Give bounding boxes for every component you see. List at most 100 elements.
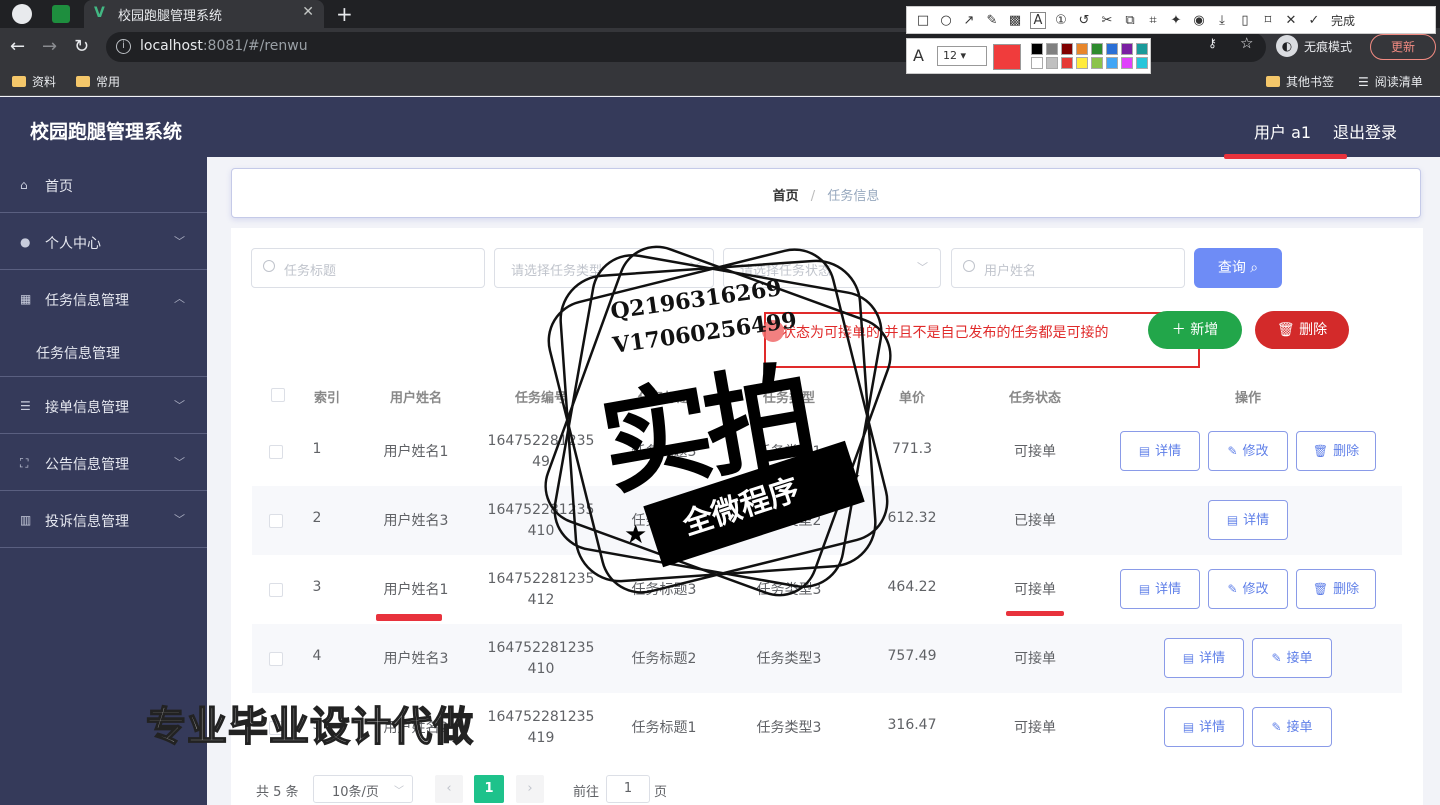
browser-tab-active[interactable]: V 校园跑腿管理系统 ✕ xyxy=(84,0,324,28)
task-type-select[interactable]: 请选择任务类型 ﹀ xyxy=(494,248,714,288)
color-swatch[interactable] xyxy=(1091,57,1103,69)
pen-tool-icon[interactable]: ✎ xyxy=(984,13,1000,28)
sidebar-item-order-mgmt[interactable]: ☰ 接单信息管理 ﹀ xyxy=(0,378,207,434)
delete-button[interactable]: 🗑 删除 xyxy=(1296,431,1376,471)
page-size-select[interactable]: 10条/页 ﹀ xyxy=(313,775,413,803)
close-icon[interactable]: ✕ xyxy=(1283,13,1299,28)
accept-order-button[interactable]: ✎ 接单 xyxy=(1252,707,1332,747)
detail-button[interactable]: ▤ 详情 xyxy=(1164,638,1244,678)
ellipse-tool-icon[interactable]: ○ xyxy=(938,13,954,28)
translate-icon[interactable]: ⧉ xyxy=(1122,13,1138,28)
select-all-checkbox[interactable] xyxy=(271,388,285,402)
color-swatch[interactable] xyxy=(1091,43,1103,55)
cell-task-status: 可接单 xyxy=(1014,651,1056,667)
current-color-swatch[interactable] xyxy=(993,44,1021,70)
new-tab-icon[interactable]: + xyxy=(336,2,353,26)
rect-tool-icon[interactable]: □ xyxy=(915,13,931,28)
text-tool-icon[interactable]: A xyxy=(1030,11,1046,29)
cell-price: 771.3 xyxy=(891,441,933,457)
mosaic-tool-icon[interactable]: ▩ xyxy=(1007,13,1023,28)
row-checkbox[interactable] xyxy=(269,652,283,666)
color-swatch[interactable] xyxy=(1061,57,1073,69)
chrome-icon[interactable] xyxy=(12,4,32,24)
update-button[interactable]: 更新 xyxy=(1370,34,1436,60)
star-icon[interactable]: ☆ xyxy=(1240,34,1253,52)
font-size-select[interactable]: 12 ▾ xyxy=(937,46,987,66)
annotation-underline xyxy=(1224,154,1347,159)
color-swatch[interactable] xyxy=(1136,43,1148,55)
sheet-tab-icon[interactable] xyxy=(52,5,70,23)
color-swatch[interactable] xyxy=(1046,57,1058,69)
color-swatch[interactable] xyxy=(1046,43,1058,55)
incognito-indicator[interactable]: ◐ 无痕模式 xyxy=(1276,32,1352,60)
detail-button[interactable]: ▤ 详情 xyxy=(1120,431,1200,471)
query-button[interactable]: 查询 ⌕ xyxy=(1194,248,1282,288)
batch-delete-button[interactable]: 🗑 删除 xyxy=(1255,311,1349,349)
sidebar-item-complaint-mgmt[interactable]: ▥ 投诉信息管理 ﹀ xyxy=(0,492,207,548)
chart-icon: ▥ xyxy=(20,513,32,527)
page-number-current[interactable]: 1 xyxy=(474,775,504,803)
logout-link[interactable]: 退出登录 xyxy=(1333,119,1397,143)
delete-button[interactable]: 🗑 删除 xyxy=(1296,569,1376,609)
bookmark-icon[interactable]: ⌑ xyxy=(1260,13,1276,28)
check-icon[interactable]: ✓ xyxy=(1306,13,1322,28)
scissors-icon[interactable]: ✂ xyxy=(1099,13,1115,28)
bookmark-folder[interactable]: 资料 xyxy=(12,73,56,90)
sidebar-item-home[interactable]: ⌂ 首页 xyxy=(0,157,207,213)
detail-button[interactable]: ▤ 详情 xyxy=(1164,707,1244,747)
color-swatch[interactable] xyxy=(1031,57,1043,69)
color-swatch[interactable] xyxy=(1136,57,1148,69)
breadcrumb-home[interactable]: 首页 xyxy=(773,189,799,204)
key-icon[interactable]: ⚷ xyxy=(1208,36,1217,50)
color-swatch[interactable] xyxy=(1106,57,1118,69)
ocr-icon[interactable]: ⌗ xyxy=(1145,13,1161,28)
color-swatch[interactable] xyxy=(1121,57,1133,69)
sidebar-item-notice-mgmt[interactable]: ⛶ 公告信息管理 ﹀ xyxy=(0,435,207,491)
detail-button[interactable]: ▤ 详情 xyxy=(1120,569,1200,609)
task-code-line: 419 xyxy=(527,730,555,746)
user-label[interactable]: 用户 a1 xyxy=(1254,119,1311,143)
row-checkbox[interactable] xyxy=(269,583,283,597)
back-icon[interactable]: ← xyxy=(10,36,25,57)
next-page-button[interactable]: › xyxy=(516,775,544,803)
tab-close-icon[interactable]: ✕ xyxy=(302,4,314,20)
record-icon[interactable]: ◉ xyxy=(1191,13,1207,28)
accept-order-button[interactable]: ✎ 接单 xyxy=(1252,638,1332,678)
detail-button[interactable]: ▤ 详情 xyxy=(1208,500,1288,540)
edit-button[interactable]: ✎ 修改 xyxy=(1208,431,1288,471)
action-button-label: 详情 xyxy=(1155,444,1182,459)
forward-icon[interactable]: → xyxy=(42,36,57,57)
color-swatch[interactable] xyxy=(1061,43,1073,55)
number-tool-icon[interactable]: ① xyxy=(1053,13,1069,28)
add-button[interactable]: ＋ 新增 xyxy=(1148,311,1242,349)
sidebar-item-profile[interactable]: ● 个人中心 ﹀ xyxy=(0,214,207,270)
color-swatch[interactable] xyxy=(1031,43,1043,55)
download-icon[interactable]: ⤓ xyxy=(1214,13,1230,28)
arrow-tool-icon[interactable]: ↗ xyxy=(961,13,977,28)
phone-icon[interactable]: ▯ xyxy=(1237,13,1253,28)
bookmark-folder-other[interactable]: 其他书签 xyxy=(1266,73,1334,90)
task-title-input[interactable]: 任务标题 xyxy=(251,248,485,288)
undo-icon[interactable]: ↺ xyxy=(1076,13,1092,28)
row-checkbox[interactable] xyxy=(269,514,283,528)
edit-button[interactable]: ✎ 修改 xyxy=(1208,569,1288,609)
goto-page-input[interactable]: 1 xyxy=(606,775,650,803)
reading-list[interactable]: ☰ 阅读清单 xyxy=(1358,73,1423,90)
prev-page-button[interactable]: ‹ xyxy=(435,775,463,803)
reload-icon[interactable]: ↻ xyxy=(74,36,89,57)
sidebar-subitem-task-mgmt[interactable]: 任务信息管理 xyxy=(0,327,207,377)
done-button[interactable]: 完成 xyxy=(1331,12,1355,29)
grid-icon: ▦ xyxy=(20,292,32,306)
color-swatch[interactable] xyxy=(1121,43,1133,55)
sidebar-item-task-mgmt[interactable]: ▦ 任务信息管理 ︿ xyxy=(0,271,207,327)
site-info-icon[interactable]: i xyxy=(116,39,131,54)
color-swatch[interactable] xyxy=(1076,43,1088,55)
color-swatch[interactable] xyxy=(1076,57,1088,69)
pin-icon[interactable]: ✦ xyxy=(1168,13,1184,28)
incognito-label: 无痕模式 xyxy=(1304,39,1353,54)
bookmark-folder[interactable]: 常用 xyxy=(76,73,120,90)
row-checkbox[interactable] xyxy=(269,445,283,459)
url-path: :8081/#/renwu xyxy=(202,38,308,54)
color-swatch[interactable] xyxy=(1106,43,1118,55)
username-input[interactable]: 用户姓名 xyxy=(951,248,1185,288)
